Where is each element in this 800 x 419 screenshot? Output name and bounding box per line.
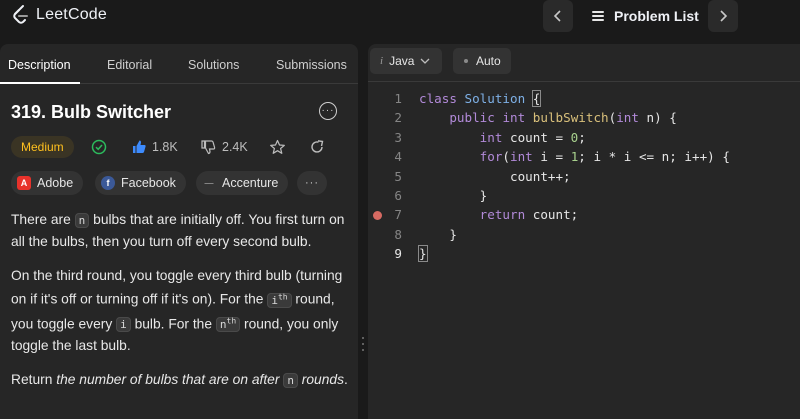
company-chip-accenture[interactable]: — Accenture [196, 171, 289, 195]
top-bar: LeetCode Problem List [0, 0, 800, 32]
adobe-icon: A [17, 176, 31, 190]
line-number: 5 [394, 168, 402, 184]
chevron-left-icon [553, 10, 561, 22]
active-tab-indicator [0, 82, 80, 84]
code-line[interactable]: 9} [368, 244, 800, 263]
like-count: 1.8K [152, 140, 178, 154]
like-icon[interactable] [131, 139, 147, 155]
problem-list-button[interactable]: Problem List [580, 0, 704, 32]
dislike-count: 2.4K [222, 140, 248, 154]
code-text[interactable]: public int bulbSwitch(int n) { [419, 108, 677, 127]
code-line[interactable]: 5 count++; [368, 167, 800, 186]
tab-submissions[interactable]: Submissions [276, 58, 347, 72]
code-line[interactable]: 3 int count = 0; [368, 128, 800, 147]
mode-label: Auto [476, 54, 501, 68]
more-options-icon[interactable]: ··· [319, 102, 337, 120]
company-label: Accenture [222, 176, 279, 190]
line-number: 2 [394, 110, 402, 126]
description-paragraph: On the third round, you toggle every thi… [11, 268, 343, 354]
code-text[interactable]: } [418, 244, 428, 263]
code-area[interactable]: 1 class Solution { 2 public int bulbSwitc… [368, 89, 800, 264]
company-chip-facebook[interactable]: f Facebook [95, 171, 186, 195]
code-line[interactable]: 1 class Solution { [368, 89, 800, 108]
inline-code: nth [215, 317, 241, 333]
description-paragraph: Return the number of bulbs that are on a… [11, 372, 348, 389]
inline-code: n [283, 373, 298, 389]
code-line[interactable]: 8 } [368, 225, 800, 244]
line-number: 6 [394, 187, 402, 203]
inline-code: i [116, 317, 131, 333]
code-editor-panel: i Java Auto 1 class Solution { 2 public i… [368, 44, 800, 419]
line-number: 3 [394, 129, 402, 145]
description-panel: Description Editorial Solutions Submissi… [0, 44, 358, 419]
company-label: Adobe [37, 176, 74, 190]
inline-code: n [74, 213, 90, 228]
chevron-right-icon [720, 10, 728, 22]
prev-problem-button[interactable] [543, 0, 573, 32]
line-number: 8 [394, 226, 402, 242]
language-info-icon: i [380, 55, 384, 67]
difficulty-badge: Medium [11, 136, 74, 158]
share-icon[interactable] [309, 139, 325, 155]
more-companies-button[interactable]: ··· [297, 171, 327, 195]
line-number: 4 [394, 149, 402, 165]
code-text[interactable]: } [419, 225, 457, 244]
inline-code: ith [267, 292, 292, 308]
panel-tabs: Description Editorial Solutions Submissi… [0, 44, 358, 84]
facebook-icon: f [101, 176, 115, 190]
company-label: Facebook [121, 176, 176, 190]
code-line[interactable]: 4 for(int i = 1; i * i <= n; i++) { [368, 147, 800, 166]
tab-solutions[interactable]: Solutions [188, 58, 239, 72]
auto-mode-button[interactable]: Auto [453, 48, 511, 74]
resize-handle[interactable] [362, 337, 364, 351]
editor-toolbar: i Java Auto [368, 44, 800, 82]
company-tags: A Adobe f Facebook — Accenture ··· [11, 171, 351, 195]
solved-check-icon [91, 139, 107, 155]
code-text[interactable]: class Solution { [419, 89, 542, 108]
panel-divider[interactable] [358, 44, 368, 419]
leetcode-logo-icon [13, 5, 28, 24]
company-chip-adobe[interactable]: A Adobe [11, 171, 84, 195]
title-row: 319. Bulb Switcher ··· [11, 102, 342, 126]
code-line[interactable]: 6 } [368, 186, 800, 205]
tab-editorial[interactable]: Editorial [107, 58, 152, 72]
problem-list-label: Problem List [614, 8, 699, 24]
line-number: 7 [394, 207, 402, 223]
code-text[interactable]: int count = 0; [419, 128, 586, 147]
description-paragraph: There are n bulbs that are initially off… [11, 212, 345, 249]
problem-meta: Medium 1.8K 2.4K [11, 136, 351, 158]
dislike-icon[interactable] [200, 139, 216, 155]
brand-name: LeetCode [36, 6, 107, 23]
tab-description[interactable]: Description [8, 58, 71, 72]
chevron-down-icon [420, 58, 430, 64]
code-text[interactable]: return count; [419, 205, 579, 224]
code-text[interactable]: } [419, 186, 488, 205]
language-select[interactable]: i Java [370, 48, 442, 74]
leetcode-logo[interactable]: LeetCode [10, 4, 107, 26]
code-text[interactable]: for(int i = 1; i * i <= n; i++) { [419, 147, 730, 166]
code-line[interactable]: 7 return count; [368, 205, 800, 224]
code-line[interactable]: 2 public int bulbSwitch(int n) { [368, 108, 800, 127]
accenture-icon: — [204, 178, 214, 188]
next-problem-button[interactable] [708, 0, 738, 32]
language-label: Java [389, 54, 415, 68]
line-number: 9 [394, 246, 402, 262]
dot-icon [464, 59, 468, 63]
code-text[interactable]: count++; [419, 167, 571, 186]
list-icon [592, 11, 604, 21]
problem-description: There are n bulbs that are initially off… [11, 209, 351, 404]
star-icon[interactable] [269, 139, 286, 155]
line-number: 1 [394, 91, 402, 106]
problem-title[interactable]: 319. Bulb Switcher [11, 102, 171, 122]
